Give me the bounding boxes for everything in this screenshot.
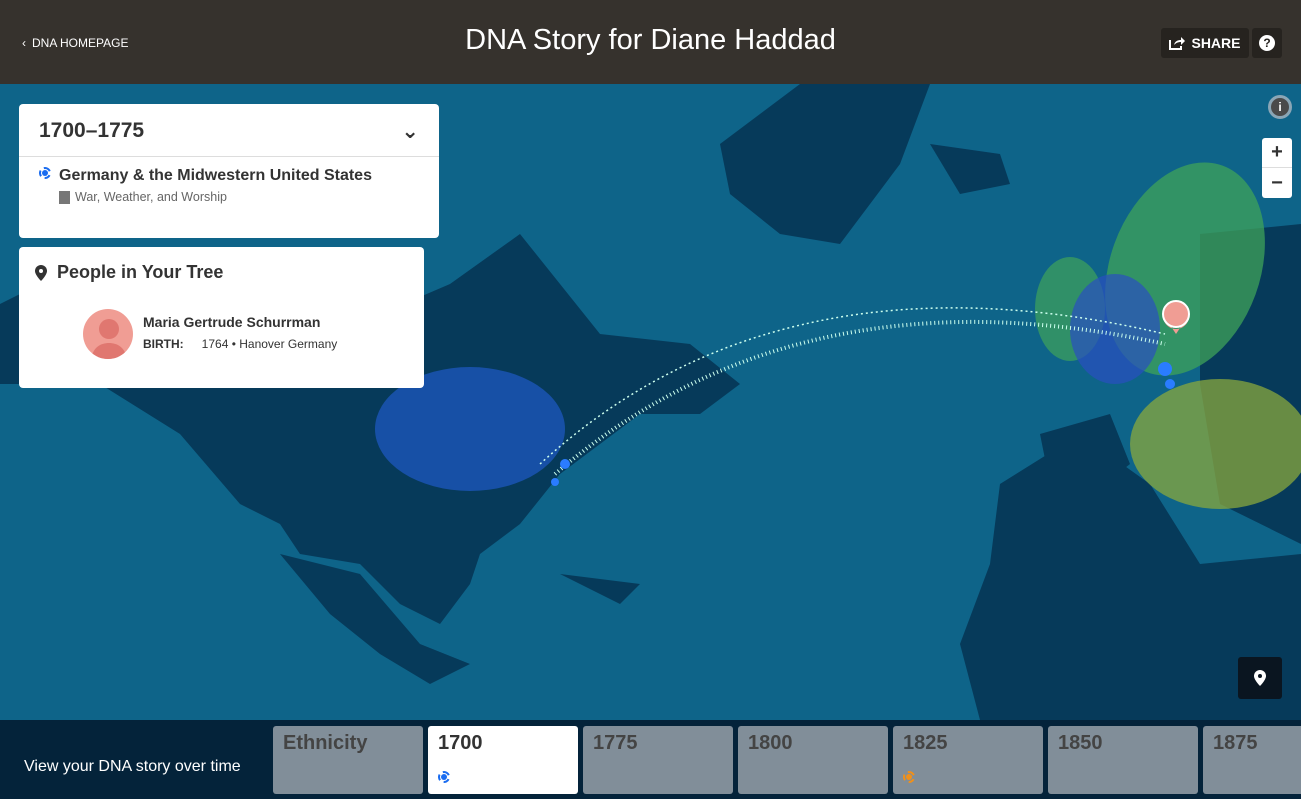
help-icon: ?: [1259, 35, 1275, 51]
tab-label: 1825: [903, 732, 948, 754]
person-card[interactable]: Maria Gertrude Schurrman BIRTH: 1764 • Ha…: [83, 309, 337, 359]
tab-label: 1700: [438, 732, 483, 754]
timeline-tab-1800[interactable]: 1800: [738, 726, 888, 794]
info-icon[interactable]: i: [1268, 95, 1292, 119]
person-silhouette-icon: [91, 319, 127, 359]
person-name: Maria Gertrude Schurrman: [143, 314, 321, 330]
chevron-down-icon: ⌄: [401, 120, 419, 143]
zoom-out-button[interactable]: −: [1262, 168, 1292, 198]
people-title: People in Your Tree: [57, 262, 224, 282]
timeline-label: View your DNA story over time: [24, 758, 241, 775]
timeline-tab-1850[interactable]: 1850: [1048, 726, 1198, 794]
era-panel: 1700–1775 ⌄ Germany & the Midwestern Unit…: [19, 104, 439, 238]
timeline-tab-1875[interactable]: 1875: [1203, 726, 1301, 794]
story-marker-icon: [39, 167, 51, 179]
location-pin-icon: [35, 264, 47, 281]
help-button[interactable]: ?: [1252, 28, 1282, 58]
locate-button[interactable]: [1238, 657, 1282, 699]
location-pin-icon: [1254, 670, 1266, 686]
story-subtitle: War, Weather, and Worship: [75, 190, 227, 204]
era-range: 1700–1775: [39, 119, 145, 142]
header: ‹ DNA HOMEPAGE DNA Story for Diane Haddad…: [0, 0, 1301, 84]
tab-label: 1775: [593, 732, 638, 754]
share-button[interactable]: SHARE: [1161, 28, 1249, 58]
share-icon: [1169, 37, 1186, 50]
tab-label: 1850: [1058, 732, 1103, 754]
story-subtitle-row: War, Weather, and Worship: [59, 190, 227, 204]
timeline-tab-1775[interactable]: 1775: [583, 726, 733, 794]
tab-label: 1800: [748, 732, 793, 754]
region-germany: [1070, 274, 1160, 384]
zoom-in-button[interactable]: +: [1262, 138, 1292, 168]
share-label: SHARE: [1191, 35, 1241, 51]
era-selector[interactable]: 1700–1775 ⌄: [19, 104, 439, 157]
timeline-bar: View your DNA story over time Ethnicity 1…: [0, 720, 1301, 799]
people-panel: People in Your Tree Maria Gertrude Schur…: [19, 247, 424, 388]
tab-label: 1875: [1213, 732, 1258, 754]
avatar: [83, 309, 133, 359]
page-title: DNA Story for Diane Haddad: [465, 24, 836, 56]
timeline-tab-ethnicity[interactable]: Ethnicity: [273, 726, 423, 794]
story-marker-icon: [903, 771, 915, 783]
timeline-tab-1825[interactable]: 1825: [893, 726, 1043, 794]
story-marker-icon: [438, 771, 450, 783]
birth-value: 1764 • Hanover Germany: [201, 337, 338, 351]
timeline-tab-1700[interactable]: 1700: [428, 726, 578, 794]
zoom-controls: + −: [1262, 138, 1292, 198]
birth-label: BIRTH:: [143, 337, 184, 351]
tab-label: Ethnicity: [283, 732, 368, 754]
book-icon: [59, 190, 70, 204]
story-title: Germany & the Midwestern United States: [59, 167, 372, 184]
